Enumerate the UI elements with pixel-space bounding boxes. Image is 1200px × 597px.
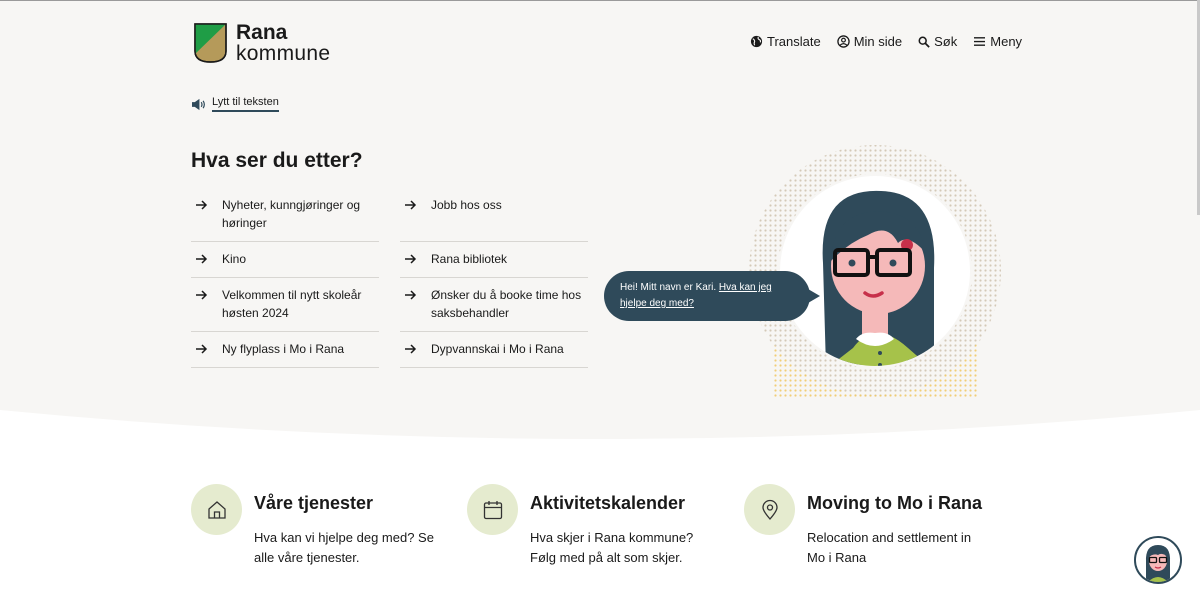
globe-icon	[750, 35, 763, 48]
quick-link-label: Rana bibliotek	[431, 252, 508, 266]
search-icon	[918, 36, 930, 48]
translate-label: Translate	[767, 34, 821, 49]
logo-line-kommune: kommune	[236, 42, 331, 65]
chat-intro-text: Hei! Mitt navn er Kari.	[620, 282, 719, 293]
card-title: Aktivitetskalender	[530, 493, 686, 513]
arrow-right-icon	[405, 200, 417, 210]
quick-link-booking[interactable]: Ønsker du å booke time hos saksbehandler	[400, 278, 588, 332]
rana-kommune-logo[interactable]: Rana kommune	[194, 22, 330, 64]
top-border	[0, 0, 1200, 1]
arrow-right-icon	[196, 200, 208, 210]
arrow-right-icon	[405, 290, 417, 300]
quick-link-label: Velkommen til nytt skoleår høsten 2024	[222, 288, 362, 320]
user-circle-icon	[836, 35, 850, 48]
quick-link-school-year[interactable]: Velkommen til nytt skoleår høsten 2024	[191, 278, 379, 332]
kari-avatar-icon	[1136, 538, 1180, 582]
quick-link-news[interactable]: Nyheter, kunngjøringer og høringer	[191, 188, 379, 242]
bubble-tail	[808, 289, 820, 303]
page-heading: Hva ser du etter?	[191, 149, 363, 172]
quick-links: Nyheter, kunngjøringer og høringer Jobb …	[191, 188, 588, 368]
logo-line-rana: Rana	[236, 21, 288, 44]
quick-link-label: Dypvannskai i Mo i Rana	[431, 342, 564, 356]
menu-label: Meny	[990, 34, 1023, 49]
card-description: Relocation and settlement in Mo i Rana	[807, 530, 972, 565]
card-activity-calendar[interactable]: Aktivitetskalender Hva skjer i Rana komm…	[467, 484, 710, 568]
card-moving-to-mo-i-rana[interactable]: Moving to Mo i Rana Relocation and settl…	[744, 484, 987, 568]
quick-link-label: Nyheter, kunngjøringer og høringer	[222, 198, 361, 230]
menu-button[interactable]: Meny	[973, 34, 1022, 49]
arrow-right-icon	[196, 254, 208, 264]
card-description: Hva kan vi hjelpe deg med? Se alle våre …	[254, 530, 434, 565]
listen-to-text-button[interactable]: Lytt til teksten	[191, 96, 279, 112]
kari-chat-bubble[interactable]: Hei! Mitt navn er Kari. Hva kan jeg hjel…	[604, 271, 820, 321]
quick-link-library[interactable]: Rana bibliotek	[400, 242, 588, 278]
arrow-right-icon	[405, 254, 417, 264]
arrow-right-icon	[196, 290, 208, 300]
speaker-icon	[192, 98, 205, 110]
quick-link-label: Kino	[222, 252, 247, 266]
quick-link-jobs[interactable]: Jobb hos oss	[400, 188, 588, 242]
top-navigation: Translate Min side Søk Meny	[750, 34, 1022, 49]
location-pin-icon	[761, 499, 778, 520]
hamburger-menu-icon	[974, 37, 986, 46]
open-chat-button[interactable]	[1134, 536, 1182, 584]
card-description: Hva skjer i Rana kommune? Følg med på al…	[530, 530, 694, 565]
card-title: Moving to Mo i Rana	[807, 493, 982, 513]
quick-link-label: Ønsker du å booke time hos saksbehandler	[431, 288, 582, 320]
card-title: Våre tjenester	[254, 493, 374, 513]
quick-link-cinema[interactable]: Kino	[191, 242, 379, 278]
calendar-icon	[483, 500, 502, 519]
quick-link-deepwater-quay[interactable]: Dypvannskai i Mo i Rana	[400, 332, 588, 368]
search-label: Søk	[934, 34, 958, 49]
arrow-right-icon	[196, 344, 208, 354]
translate-button[interactable]: Translate	[750, 34, 821, 49]
listen-label: Lytt til teksten	[212, 96, 279, 112]
house-icon	[207, 500, 226, 519]
quick-link-label: Jobb hos oss	[431, 198, 502, 212]
min-side-label: Min side	[853, 34, 903, 49]
arrow-right-icon	[405, 344, 417, 354]
min-side-button[interactable]: Min side	[836, 34, 903, 49]
search-button[interactable]: Søk	[918, 34, 957, 49]
quick-link-label: Ny flyplass i Mo i Rana	[222, 342, 345, 356]
coat-of-arms-icon	[194, 23, 227, 63]
quick-link-airport[interactable]: Ny flyplass i Mo i Rana	[191, 332, 379, 368]
card-services[interactable]: Våre tjenester Hva kan vi hjelpe deg med…	[191, 484, 434, 568]
